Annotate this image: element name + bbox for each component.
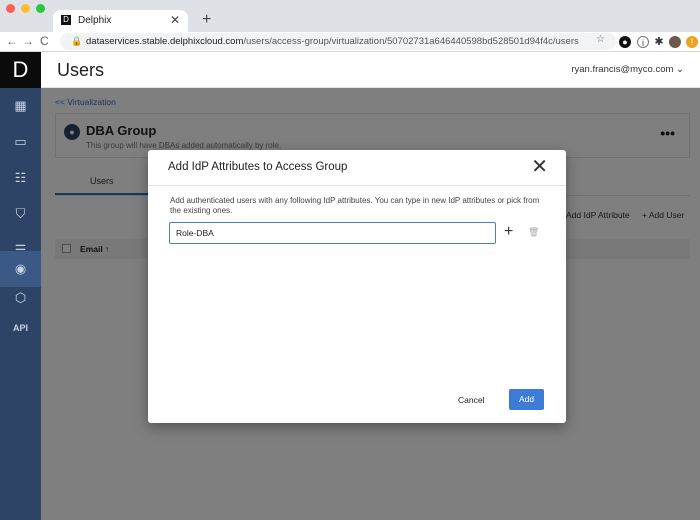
page-header: Users ryan.francis@myco.com ⌄	[41, 52, 700, 88]
browser-tab[interactable]: D Delphix ✕	[53, 10, 188, 32]
tab-close-icon[interactable]: ✕	[170, 13, 180, 27]
idp-attribute-input[interactable]	[169, 222, 496, 244]
shield-icon[interactable]: ⛉	[0, 196, 41, 232]
cancel-button[interactable]: Cancel	[458, 395, 484, 405]
browser-toolbar: ← → C 🔒 dataservices.stable.delphixcloud…	[0, 32, 700, 52]
data-sources-icon[interactable]: ☷	[0, 160, 41, 196]
sidebar: D ▦ ▭ ☷ ⛉ ☰ ◉ ⬡ API	[0, 52, 41, 520]
dashboard-icon[interactable]: ▦	[0, 88, 41, 124]
info-extension-icon[interactable]: i	[637, 36, 649, 48]
dialog-divider	[148, 185, 566, 186]
update-icon[interactable]: !	[686, 36, 698, 48]
api-link[interactable]: API	[0, 310, 41, 346]
tab-title: Delphix	[78, 15, 112, 26]
dialog-title: Add IdP Attributes to Access Group	[168, 161, 348, 173]
add-idp-attributes-dialog: Add IdP Attributes to Access Group ✕ Add…	[148, 150, 566, 423]
forward-icon[interactable]: →	[22, 34, 34, 48]
browser-tab-bar: D Delphix ✕ +	[0, 0, 700, 32]
address-bar[interactable]: 🔒 dataservices.stable.delphixcloud.com/u…	[60, 33, 616, 50]
dialog-description: Add authenticated users with any followi…	[170, 196, 540, 215]
minimize-window-icon[interactable]	[21, 4, 30, 13]
add-button[interactable]: Add	[509, 389, 544, 410]
bookmark-star-icon[interactable]: ☆	[596, 34, 605, 45]
delphix-favicon-icon: D	[61, 15, 71, 25]
url-text: dataservices.stable.delphixcloud.com/use…	[86, 36, 579, 47]
trash-icon[interactable]: 🗑	[528, 227, 539, 238]
database-icon[interactable]: ▭	[0, 124, 41, 160]
lock-icon: 🔒	[71, 36, 83, 46]
maximize-window-icon[interactable]	[36, 4, 45, 13]
delphix-logo[interactable]: D	[0, 52, 41, 88]
extension-icon[interactable]: ●	[619, 36, 631, 48]
reload-icon[interactable]: C	[40, 34, 49, 48]
add-attribute-icon[interactable]: +	[504, 223, 513, 241]
profile-avatar-icon[interactable]	[669, 36, 681, 48]
user-menu[interactable]: ryan.francis@myco.com ⌄	[571, 64, 684, 75]
back-icon[interactable]: ←	[6, 34, 18, 48]
page-title: Users	[57, 60, 105, 80]
close-window-icon[interactable]	[6, 4, 15, 13]
close-icon[interactable]: ✕	[531, 154, 548, 179]
extensions-puzzle-icon[interactable]: ✱	[653, 36, 665, 48]
new-tab-button[interactable]: +	[202, 11, 211, 29]
